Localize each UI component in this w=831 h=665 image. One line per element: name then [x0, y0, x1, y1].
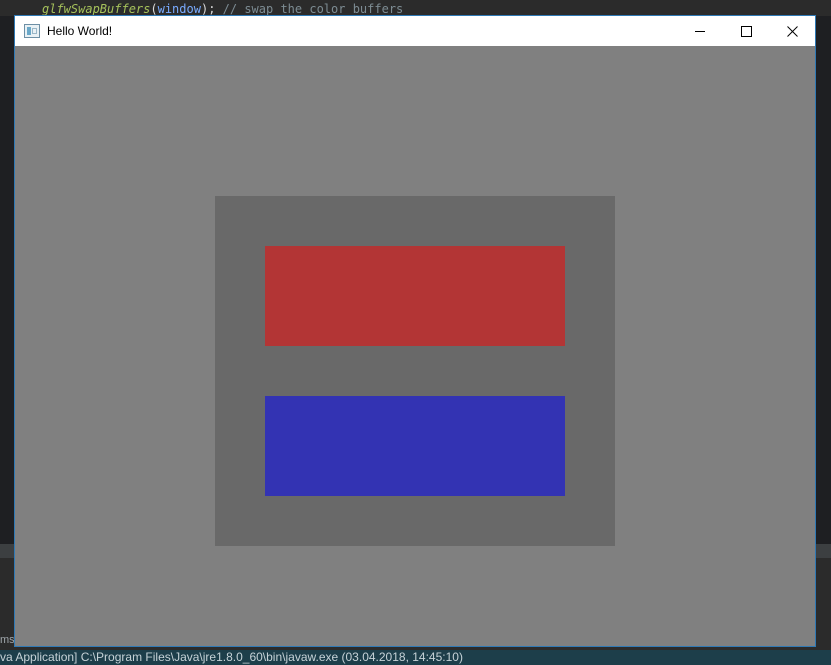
app-window: Hello World!	[14, 15, 816, 647]
minimize-icon	[694, 30, 705, 32]
console-launch-info: va Application] C:\Program Files\Java\jr…	[0, 650, 831, 665]
red-rectangle	[265, 246, 565, 346]
window-title: Hello World!	[47, 24, 113, 38]
close-icon	[786, 25, 798, 37]
code-paren: (	[150, 2, 158, 16]
gray-panel	[215, 196, 615, 546]
console-tab-fragment[interactable]: ms	[0, 634, 15, 646]
app-window-icon[interactable]	[24, 24, 40, 38]
window-controls	[677, 16, 815, 46]
render-canvas[interactable]	[15, 46, 815, 646]
maximize-button[interactable]	[723, 16, 769, 46]
blue-rectangle	[265, 396, 565, 496]
code-paren-close: );	[200, 2, 216, 16]
title-bar[interactable]: Hello World!	[15, 16, 815, 46]
code-line: glfwSwapBuffers(window); // swap the col…	[42, 2, 403, 16]
ide-divider-right	[816, 544, 831, 558]
ide-divider-left	[0, 544, 15, 558]
ide-code-editor: glfwSwapBuffers(window); // swap the col…	[0, 0, 831, 16]
code-comment: // swap the color buffers	[222, 2, 404, 16]
maximize-icon	[740, 25, 752, 37]
code-argument: window	[157, 2, 201, 16]
code-function: glfwSwapBuffers	[42, 2, 151, 16]
minimize-button[interactable]	[677, 16, 723, 46]
close-button[interactable]	[769, 16, 815, 46]
